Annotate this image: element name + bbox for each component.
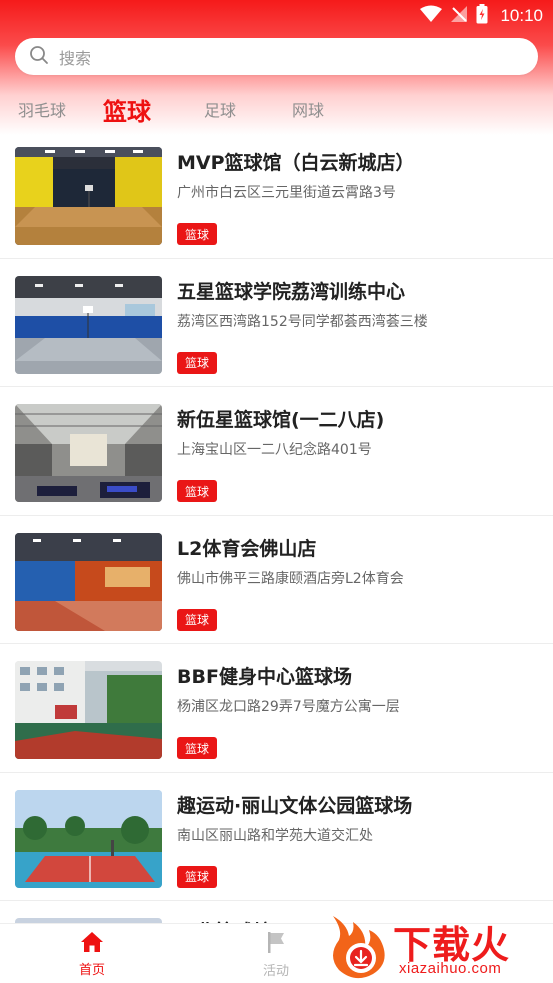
no-signal-icon [450, 5, 468, 27]
venue-address: 佛山市佛平三路康颐酒店旁L2体育会 [177, 570, 404, 587]
status-time: 10:10 [500, 6, 543, 25]
nav-home[interactable]: 首页 [37, 924, 147, 983]
nav-label: 活动 [262, 963, 289, 979]
search-bar[interactable]: 搜索 [15, 38, 538, 75]
watermark-url: xiazaihuo.com [399, 960, 502, 977]
venue-photo [15, 147, 162, 245]
wifi-icon [420, 5, 443, 27]
venue-photo [15, 661, 162, 759]
status-bar: 10:10 [0, 0, 553, 32]
category-tabs: 羽毛球 篮球 足球 网球 [0, 88, 553, 130]
venue-title: 五星篮球学院荔湾训练中心 [177, 280, 406, 303]
venue-photo [15, 532, 162, 631]
search-icon [29, 45, 49, 69]
venue-address: 杨浦区龙口路29弄7号魔方公寓一层 [177, 699, 400, 715]
flag-icon [264, 930, 288, 958]
venue-photo [15, 789, 162, 888]
venue-photo [15, 275, 162, 374]
venue-list: MVP篮球馆（白云新城店） 广州市白云区三元里街道云霄路3号 篮球 五星篮球学院… [0, 130, 553, 901]
venue-address: 荔湾区西湾路152号同学都荟西湾荟三楼 [177, 313, 428, 330]
venue-address: 广州市白云区三元里街道云霄路3号 [177, 185, 396, 201]
venue-item[interactable]: MVP篮球馆（白云新城店） 广州市白云区三元里街道云霄路3号 篮球 [0, 130, 553, 259]
sport-tag: 篮球 [177, 223, 218, 245]
venue-title: BBF健身中心篮球场 [177, 666, 352, 688]
sport-tag: 篮球 [177, 608, 218, 631]
tab-basketball[interactable]: 篮球 [103, 88, 151, 130]
sport-tag: 篮球 [177, 737, 218, 759]
venue-title: 趣运动·丽山文体公园篮球场 [177, 794, 413, 817]
tab-tennis[interactable]: 网球 [292, 88, 324, 130]
sport-tag: 篮球 [177, 351, 218, 374]
venue-photo [15, 404, 162, 502]
venue-item[interactable]: BBF健身中心篮球场 杨浦区龙口路29弄7号魔方公寓一层 篮球 [0, 644, 553, 773]
venue-title: 新伍星篮球馆(一二八店) [177, 409, 385, 431]
battery-icon [476, 4, 488, 28]
nav-activity[interactable]: 活动 [221, 924, 331, 983]
venue-item[interactable]: 趣运动·丽山文体公园篮球场 南山区丽山路和学苑大道交汇处 篮球 [0, 773, 553, 901]
search-input[interactable]: 搜索 [59, 45, 91, 69]
venue-item[interactable]: L2体育会佛山店 佛山市佛平三路康颐酒店旁L2体育会 篮球 [0, 516, 553, 644]
tab-football[interactable]: 足球 [204, 88, 236, 130]
sport-tag: 篮球 [177, 480, 218, 502]
venue-title: L2体育会佛山店 [177, 537, 317, 560]
tab-badminton[interactable]: 羽毛球 [18, 88, 66, 130]
nav-label: 首页 [78, 962, 105, 978]
watermark-logo: 下载火 xiazaihuo.com [325, 908, 553, 983]
venue-title: MVP篮球馆（白云新城店） [177, 152, 415, 174]
venue-item[interactable]: 五星篮球学院荔湾训练中心 荔湾区西湾路152号同学都荟西湾荟三楼 篮球 [0, 259, 553, 387]
venue-address: 南山区丽山路和学苑大道交汇处 [177, 827, 373, 844]
sport-tag: 篮球 [177, 865, 218, 888]
venue-address: 上海宝山区一二八纪念路401号 [177, 442, 372, 458]
venue-item[interactable]: 新伍星篮球馆(一二八店) 上海宝山区一二八纪念路401号 篮球 [0, 387, 553, 516]
home-icon [80, 931, 104, 957]
